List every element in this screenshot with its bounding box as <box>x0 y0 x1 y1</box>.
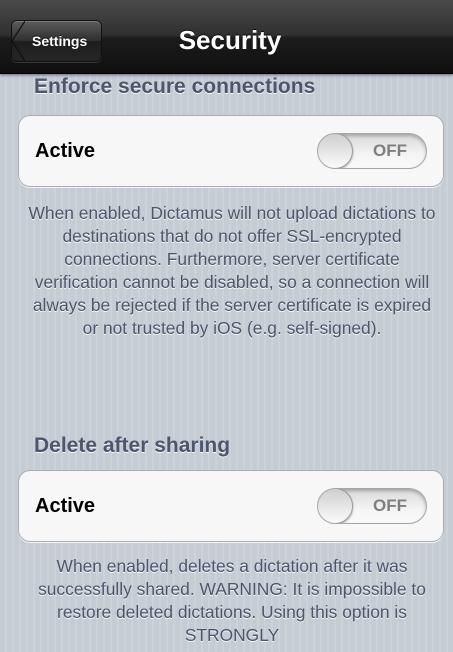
section-header-delete-after-sharing: Delete after sharing <box>34 434 231 457</box>
enforce-secure-connections-toggle[interactable]: OFF <box>317 133 427 169</box>
cell-enforce-secure-connections: Active OFF <box>18 115 444 187</box>
cell-label: Active <box>35 495 96 517</box>
back-button-label: Settings <box>32 33 88 49</box>
toggle-knob <box>318 134 353 168</box>
toggle-state-text: OFF <box>373 496 407 515</box>
delete-after-sharing-toggle[interactable]: OFF <box>317 488 427 524</box>
back-button[interactable]: Settings <box>11 20 103 62</box>
back-arrow-icon <box>11 21 25 61</box>
cell-label: Active <box>35 140 96 162</box>
section-footer-delete-after-sharing: When enabled, deletes a dictation after … <box>38 556 426 645</box>
toggle-knob <box>318 489 353 523</box>
section-footer-enforce-secure-connections: When enabled, Dictamus will not upload d… <box>28 203 436 338</box>
cell-delete-after-sharing: Active OFF <box>18 470 444 542</box>
navigation-bar: Settings Security <box>0 0 453 74</box>
toggle-state-text: OFF <box>373 141 407 160</box>
page-title: Security <box>178 25 282 55</box>
section-header-enforce-secure-connections: Enforce secure connections <box>34 75 316 98</box>
